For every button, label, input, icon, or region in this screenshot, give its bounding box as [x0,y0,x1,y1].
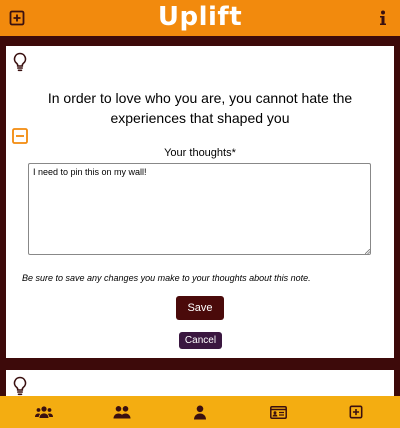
nav-groups[interactable] [24,396,64,428]
lightbulb-icon [13,376,27,396]
thoughts-label: Your thoughts* [164,147,236,159]
user-icon [194,405,206,419]
nav-profile[interactable] [180,396,220,428]
next-note-card[interactable] [6,370,394,396]
info-icon [380,10,386,25]
info-button[interactable] [372,7,394,29]
nav-add[interactable] [336,396,376,428]
plus-square-icon [349,405,363,419]
save-hint: Be sure to save any changes you make to … [22,273,311,283]
bottom-nav [0,396,400,428]
lightbulb-icon [13,52,27,72]
id-card-icon [269,405,287,419]
user-pair-icon [113,406,131,419]
note-card: In order to love who you are, you cannot… [6,46,394,358]
save-button[interactable]: Save [176,296,224,320]
app-header: Uplift [0,0,400,36]
resize-grip-icon[interactable] [365,249,370,254]
nav-id-card[interactable] [258,396,298,428]
app-title: Uplift [157,2,243,32]
minus-square-icon [12,128,28,144]
nav-friends[interactable] [102,396,142,428]
users-group-icon [35,406,53,418]
thoughts-textarea[interactable]: I need to pin this on my wall! [28,163,371,255]
cancel-button[interactable]: Cancel [179,332,222,349]
note-quote: In order to love who you are, you cannot… [47,90,353,126]
collapse-thoughts-button[interactable] [12,128,28,144]
